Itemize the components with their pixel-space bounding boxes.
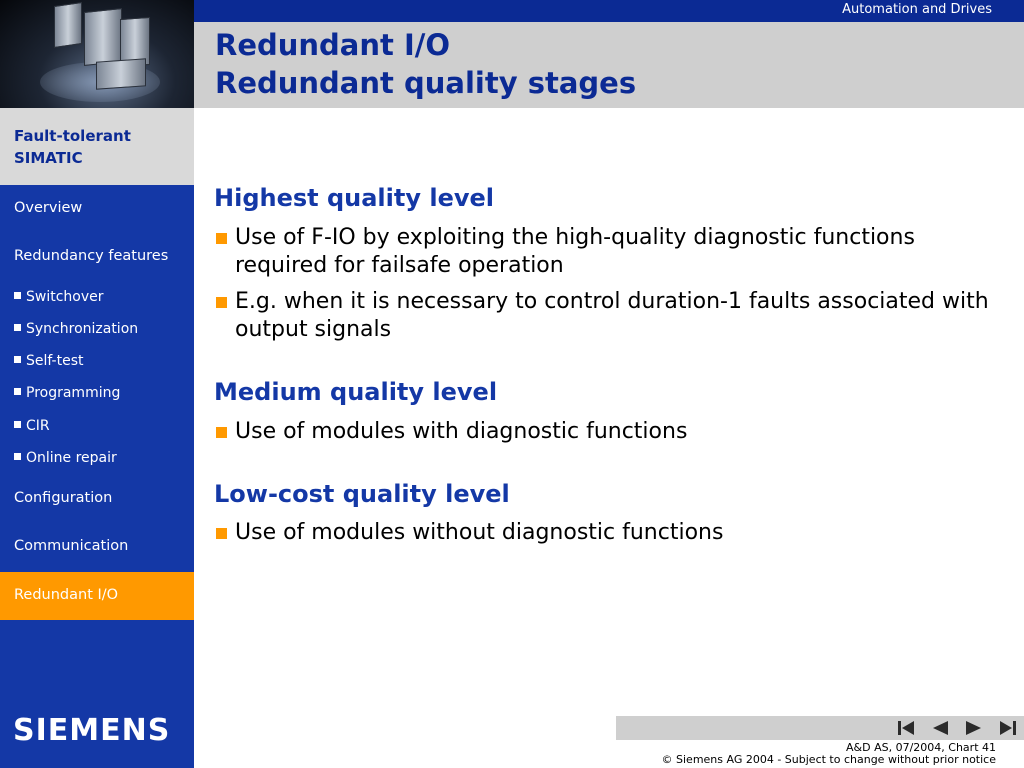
title-band: Redundant I/O Redundant quality stages [194, 22, 1024, 108]
siemens-logo: SIEMENS [13, 713, 171, 748]
bullet-square-icon [14, 453, 21, 460]
orange-bullet-icon [216, 233, 227, 244]
sidebar-subitem-online-repair[interactable]: Online repair [14, 450, 117, 466]
orange-bullet-icon [216, 297, 227, 308]
sidebar-subitem-synchronization[interactable]: Synchronization [14, 321, 138, 337]
bullet-text: Use of modules with diagnostic functions [235, 419, 688, 444]
bullet-text: Use of F-IO by exploiting the high-quali… [235, 225, 915, 278]
bullet-item: E.g. when it is necessary to control dur… [214, 288, 1004, 344]
sidebar-section-header: Fault-tolerant SIMATIC [0, 108, 194, 185]
sidebar-item-redundant-io-active[interactable]: Redundant I/O [0, 572, 194, 620]
bullet-text: E.g. when it is necessary to control dur… [235, 289, 989, 342]
bullet-square-icon [14, 356, 21, 363]
sidebar-subitem-self-test[interactable]: Self-test [14, 353, 84, 369]
previous-icon[interactable] [930, 719, 950, 737]
skip-to-first-icon[interactable] [896, 719, 916, 737]
next-icon[interactable] [964, 719, 984, 737]
sidebar-item-redundancy-features[interactable]: Redundancy features [14, 248, 168, 264]
sidebar: Fault-tolerant SIMATIC Overview Redundan… [0, 108, 194, 768]
sidebar-subitem-label: Switchover [26, 289, 104, 305]
bullet-square-icon [14, 324, 21, 331]
photo-module-2 [84, 8, 122, 66]
skip-to-last-icon[interactable] [998, 719, 1018, 737]
bullet-square-icon [14, 421, 21, 428]
brand-text: Automation and Drives [842, 2, 992, 17]
bullet-item: Use of F-IO by exploiting the high-quali… [214, 224, 1004, 280]
orange-bullet-icon [216, 528, 227, 539]
bullet-square-icon [14, 292, 21, 299]
sidebar-item-configuration[interactable]: Configuration [14, 490, 112, 506]
top-brand-bar: Automation and Drives [194, 0, 1024, 22]
sidebar-subitem-switchover[interactable]: Switchover [14, 289, 104, 305]
sidebar-item-overview[interactable]: Overview [14, 200, 82, 216]
sidebar-section-title-line2: SIMATIC [14, 149, 83, 167]
sidebar-subitem-label: CIR [26, 418, 50, 434]
sidebar-active-label: Redundant I/O [14, 587, 119, 603]
sidebar-subitem-programming[interactable]: Programming [14, 385, 120, 401]
section-heading-highest: Highest quality level [214, 184, 495, 212]
photo-module-1 [54, 2, 82, 48]
section-heading-medium: Medium quality level [214, 378, 498, 406]
section-heading-low-cost: Low-cost quality level [214, 480, 510, 508]
sidebar-subitem-label: Self-test [26, 353, 84, 369]
sidebar-subitem-label: Online repair [26, 450, 117, 466]
sidebar-section-title-line1: Fault-tolerant [14, 127, 131, 145]
photo-module-4 [96, 58, 146, 90]
bullet-item: Use of modules without diagnostic functi… [214, 519, 1004, 547]
slide-navigation-bar [616, 716, 1024, 740]
bullet-text: Use of modules without diagnostic functi… [235, 520, 724, 545]
page-subtitle: Redundant quality stages [215, 66, 637, 100]
sidebar-item-communication[interactable]: Communication [14, 538, 128, 554]
header-photo [0, 0, 194, 108]
footer-copyright: © Siemens AG 2004 - Subject to change wi… [661, 753, 996, 766]
bullet-item: Use of modules with diagnostic functions [214, 418, 1004, 446]
sidebar-subitem-cir[interactable]: CIR [14, 418, 50, 434]
orange-bullet-icon [216, 427, 227, 438]
sidebar-subitem-label: Programming [26, 385, 121, 401]
page-title: Redundant I/O [215, 28, 451, 62]
bullet-square-icon [14, 388, 21, 395]
sidebar-subitem-label: Synchronization [26, 321, 139, 337]
